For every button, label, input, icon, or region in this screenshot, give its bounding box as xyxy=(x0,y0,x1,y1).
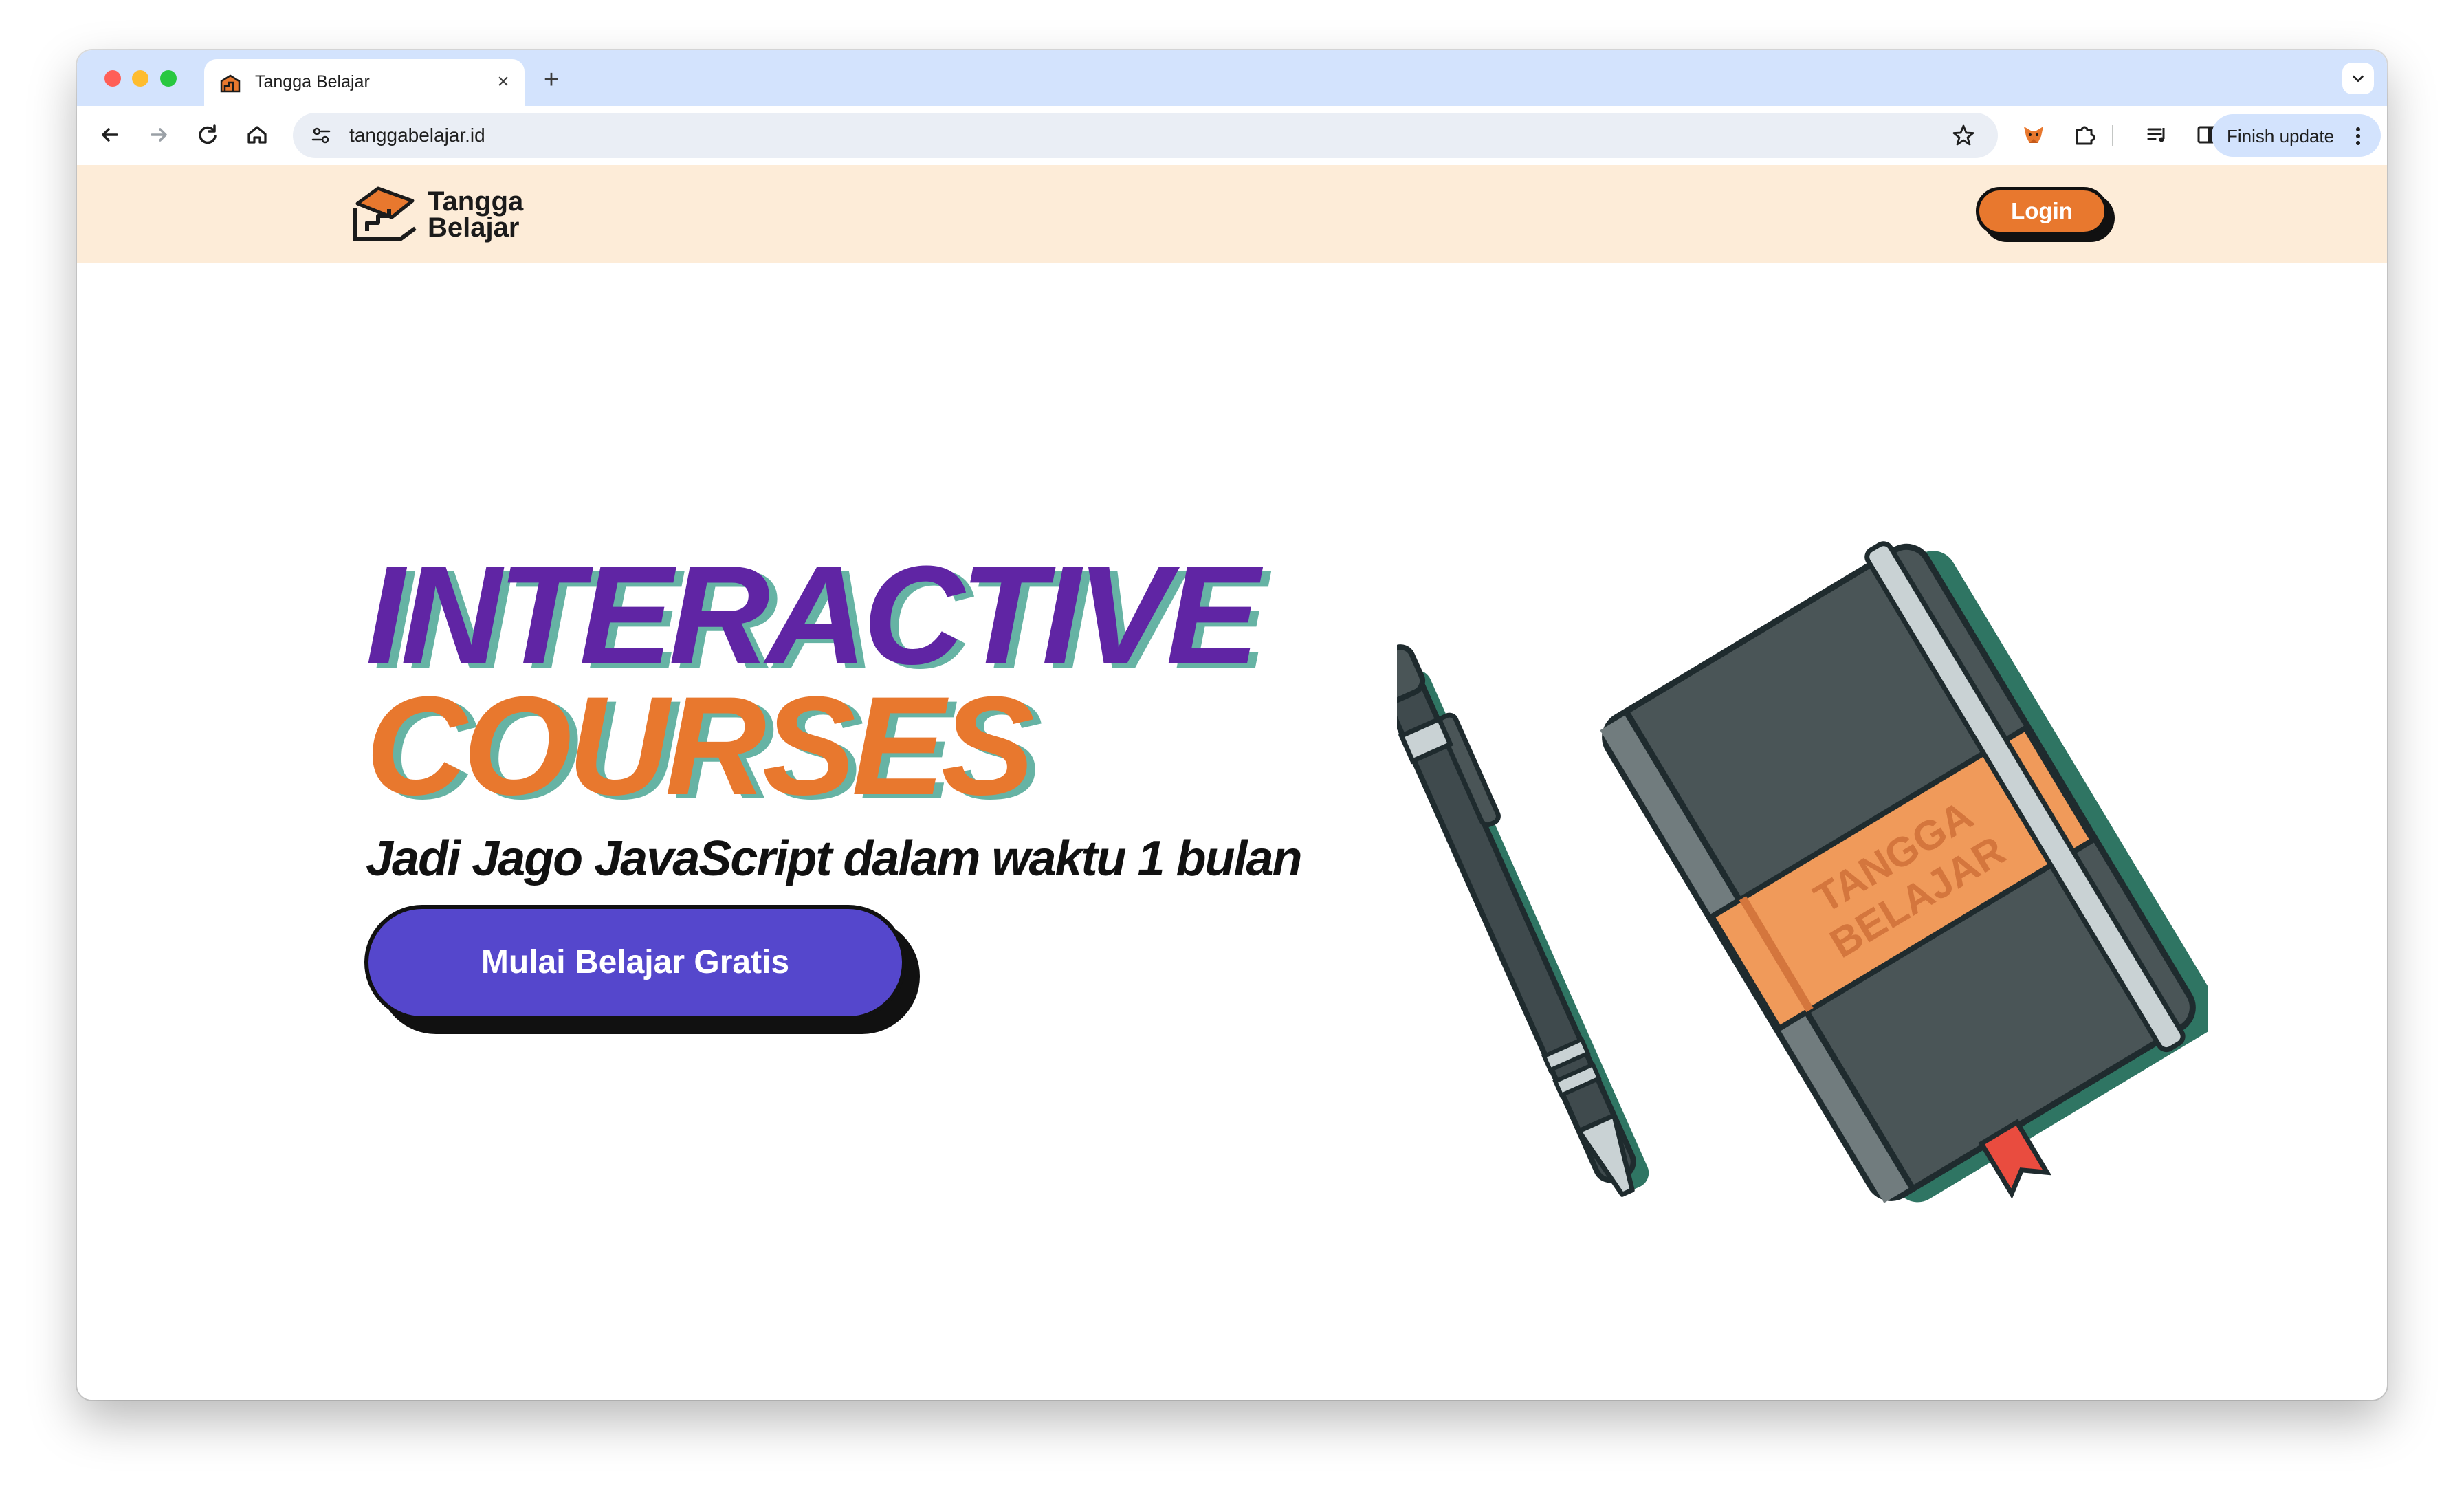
cta-button-wrap: Mulai Belajar Gratis xyxy=(364,905,920,1042)
browser-toolbar: tanggabelajar.id Finish update xyxy=(77,106,2387,165)
new-tab-button[interactable]: + xyxy=(538,67,565,94)
forward-arrow-icon[interactable] xyxy=(145,121,173,149)
stairs-logo-icon[interactable] xyxy=(351,183,419,245)
hero-title-line-2: COURSES xyxy=(366,668,1035,824)
toolbar-divider xyxy=(2112,125,2113,146)
address-bar[interactable]: tanggabelajar.id xyxy=(293,113,1998,158)
tab-strip: Tangga Belajar × + xyxy=(77,50,2387,106)
login-button-wrap: Login xyxy=(1976,187,2118,243)
logo-line-1: Tangga xyxy=(428,186,524,217)
hero-title-line-1: INTERACTIVE xyxy=(366,537,1260,694)
more-vertical-icon xyxy=(2356,127,2360,145)
tab-tangga-belajar[interactable]: Tangga Belajar × xyxy=(204,59,525,106)
fox-extension-icon[interactable] xyxy=(2020,121,2047,149)
browser-window: Tangga Belajar × + tanggabelajar.id Fini… xyxy=(77,50,2387,1400)
star-icon[interactable] xyxy=(1951,123,1976,148)
site-favicon-icon xyxy=(220,74,241,93)
login-button[interactable]: Login xyxy=(1976,187,2108,235)
notebook-pen-illustration: TANGGA BELAJAR xyxy=(1397,541,2208,1203)
tab-close-icon[interactable]: × xyxy=(492,70,515,94)
finish-update-label: Finish update xyxy=(2227,126,2335,146)
home-icon[interactable] xyxy=(243,121,271,149)
start-learning-button[interactable]: Mulai Belajar Gratis xyxy=(364,905,906,1020)
reload-icon[interactable] xyxy=(194,121,221,149)
back-arrow-icon[interactable] xyxy=(96,121,124,149)
tune-icon[interactable] xyxy=(311,125,331,146)
tab-title: Tangga Belajar xyxy=(255,72,370,91)
finish-update-button[interactable]: Finish update xyxy=(2212,114,2381,157)
site-logo-text[interactable]: Tangga Belajar xyxy=(428,188,523,241)
hero-subtitle: Jadi Jago JavaScript dalam waktu 1 bulan xyxy=(366,831,1303,886)
chevron-down-icon xyxy=(2353,75,2364,83)
logo-line-2: Belajar xyxy=(428,212,520,243)
notebook-icon: TANGGA BELAJAR xyxy=(1600,541,2208,1203)
url-text: tanggabelajar.id xyxy=(349,124,485,146)
window-close-button[interactable] xyxy=(104,70,121,87)
media-control-icon[interactable] xyxy=(2144,121,2171,149)
page-content: Tangga Belajar Login INTERACTIVE COURSES… xyxy=(77,165,2387,1400)
site-header: Tangga Belajar Login xyxy=(77,165,2387,263)
window-minimize-button[interactable] xyxy=(132,70,148,87)
puzzle-icon[interactable] xyxy=(2071,121,2098,149)
tab-search-button[interactable] xyxy=(2342,63,2374,94)
window-maximize-button[interactable] xyxy=(160,70,177,87)
